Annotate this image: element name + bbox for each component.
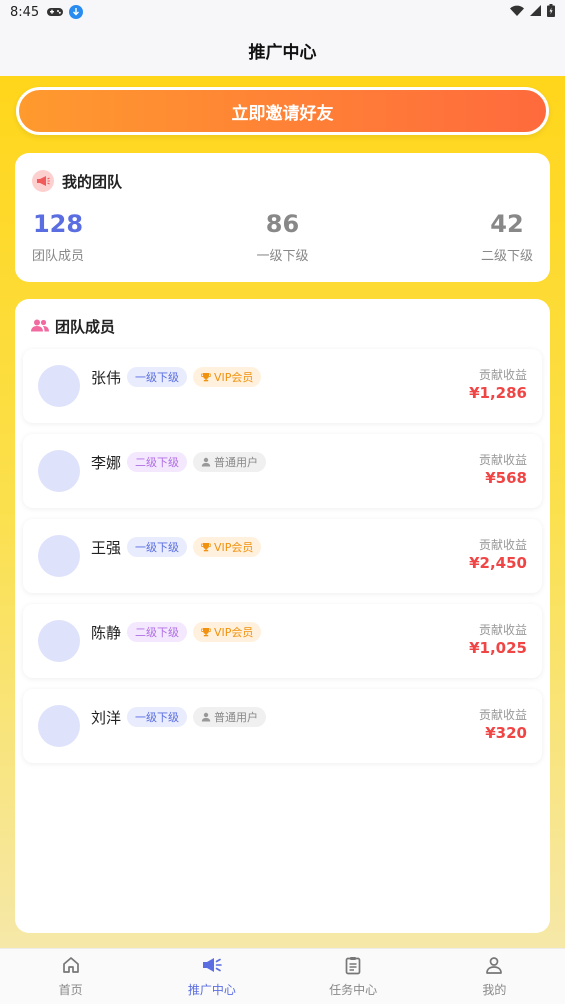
stat-level1-value: 86 — [265, 210, 300, 238]
member-type: 普通用户 — [214, 456, 258, 469]
team-members-header: 团队成员 — [15, 299, 550, 337]
stat-level2-label: 二级下级 — [480, 249, 533, 264]
page-title: 推广中心 — [248, 42, 317, 63]
member-type: VIP会员 — [214, 626, 254, 639]
vip-badge: VIP会员 — [193, 537, 262, 557]
avatar — [38, 620, 80, 662]
tab-mine[interactable]: 我的 — [424, 949, 565, 1004]
contrib-label: 贡献收益 — [478, 453, 527, 467]
contrib-value: ¥1,286 — [469, 384, 527, 402]
vip-badge: VIP会员 — [193, 367, 262, 387]
team-members-title: 团队成员 — [55, 318, 116, 336]
contrib-value: ¥2,450 — [469, 554, 527, 572]
member-name: 刘洋 — [91, 709, 122, 727]
member-name: 李娜 — [91, 454, 122, 472]
stat-level2: 42 二级下级 — [481, 209, 533, 264]
people-icon — [31, 317, 49, 336]
user-icon — [201, 457, 211, 467]
member-row[interactable]: 张伟 一级下级 VIP会员 贡献收益 ¥1,286 — [23, 349, 542, 423]
member-type: VIP会员 — [214, 541, 254, 554]
signal-icon — [530, 4, 541, 20]
trophy-icon — [201, 542, 211, 552]
user-icon — [201, 712, 211, 722]
contrib-label: 贡献收益 — [478, 538, 527, 552]
level-badge: 一级下级 — [127, 537, 187, 557]
avatar — [38, 450, 80, 492]
contrib-value: ¥320 — [485, 724, 527, 742]
megaphone-icon — [201, 955, 223, 978]
level-badge: 一级下级 — [127, 707, 187, 727]
home-icon — [61, 955, 81, 978]
tab-tasks-label: 任务中心 — [329, 983, 378, 997]
contrib-label: 贡献收益 — [478, 368, 527, 382]
tab-mine-label: 我的 — [482, 983, 507, 997]
member-row[interactable]: 陈静 二级下级 VIP会员 贡献收益 ¥1,025 — [23, 604, 542, 678]
level-badge: 二级下级 — [127, 622, 187, 642]
member-name: 陈静 — [91, 624, 122, 642]
normal-user-badge: 普通用户 — [193, 452, 266, 472]
contrib-label: 贡献收益 — [478, 623, 527, 637]
trophy-icon — [201, 372, 211, 382]
my-team-header: 我的团队 — [15, 153, 550, 192]
stat-total: 128 团队成员 — [32, 209, 84, 264]
vip-badge: VIP会员 — [193, 622, 262, 642]
tab-promotion-label: 推广中心 — [187, 983, 236, 997]
battery-icon — [547, 3, 555, 21]
member-type: 普通用户 — [214, 711, 258, 724]
clipboard-icon — [343, 955, 363, 978]
tab-home-label: 首页 — [58, 983, 83, 997]
member-row[interactable]: 王强 一级下级 VIP会员 贡献收益 ¥2,450 — [23, 519, 542, 593]
stat-level1: 86 一级下级 — [15, 209, 550, 264]
team-members-card: 团队成员 张伟 一级下级 VIP会员 贡献收益 ¥1,286 李娜 二级下级 普… — [15, 299, 550, 933]
status-time: 8:45 — [10, 4, 40, 20]
team-stats: 86 一级下级 128 团队成员 42 二级下级 — [15, 209, 550, 269]
invite-friends-button[interactable]: 立即邀请好友 — [16, 87, 549, 135]
member-name: 张伟 — [91, 369, 122, 387]
avatar — [38, 705, 80, 747]
trophy-icon — [201, 627, 211, 637]
avatar — [38, 535, 80, 577]
status-right-icons — [510, 3, 555, 21]
level-badge: 二级下级 — [127, 452, 187, 472]
status-bar: 8:45 — [0, 0, 565, 24]
stat-total-label: 团队成员 — [32, 249, 85, 264]
stat-level2-value: 42 — [490, 210, 524, 238]
contrib-value: ¥1,025 — [469, 639, 527, 657]
my-team-title: 我的团队 — [62, 172, 123, 191]
tab-home[interactable]: 首页 — [0, 949, 141, 1004]
member-list: 张伟 一级下级 VIP会员 贡献收益 ¥1,286 李娜 二级下级 普通用户 贡… — [23, 349, 542, 774]
contrib-value: ¥568 — [485, 469, 527, 487]
main-content: 立即邀请好友 我的团队 86 一级下级 128 团队成员 42 二级下级 团队成… — [0, 76, 565, 948]
megaphone-icon — [32, 170, 54, 192]
normal-user-badge: 普通用户 — [193, 707, 266, 727]
member-type: VIP会员 — [214, 371, 254, 384]
user-icon — [484, 955, 504, 978]
member-row[interactable]: 刘洋 一级下级 普通用户 贡献收益 ¥320 — [23, 689, 542, 763]
bottom-tab-bar: 首页 推广中心 任务中心 我的 — [0, 948, 565, 1004]
contrib-label: 贡献收益 — [478, 708, 527, 722]
navigation-bar: 推广中心 — [0, 24, 565, 76]
level-badge: 一级下级 — [127, 367, 187, 387]
download-icon — [69, 5, 84, 19]
wifi-icon — [510, 5, 524, 20]
gamepad-icon — [47, 7, 64, 17]
my-team-card: 我的团队 86 一级下级 128 团队成员 42 二级下级 — [15, 153, 550, 282]
stat-level1-label: 一级下级 — [256, 249, 309, 264]
tab-tasks[interactable]: 任务中心 — [283, 949, 424, 1004]
avatar — [38, 365, 80, 407]
member-name: 王强 — [91, 539, 122, 557]
stat-total-value: 128 — [32, 210, 84, 238]
member-row[interactable]: 李娜 二级下级 普通用户 贡献收益 ¥568 — [23, 434, 542, 508]
tab-promotion[interactable]: 推广中心 — [141, 949, 282, 1004]
